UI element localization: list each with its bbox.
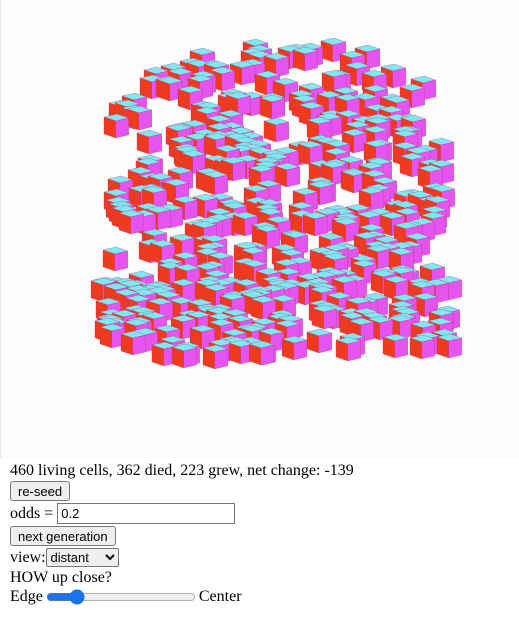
3d-life-viewport [0,0,519,458]
closeness-slider[interactable] [45,589,196,606]
view-select[interactable]: distant [45,548,119,567]
next-generation-button[interactable]: next generation [10,526,116,546]
cell-cube [118,209,145,235]
cell-cluster-render [90,37,463,370]
cell-cube [281,335,308,361]
cell-cube [436,333,463,359]
cell-cube [335,336,362,362]
closeness-question: HOW up close? [10,569,112,586]
cell-cube [102,246,129,272]
slider-left-label: Edge [10,588,43,605]
cell-cube [306,328,333,354]
controls-panel: 460 living cells, 362 died, 223 grew, ne… [10,461,510,606]
slider-right-label: Center [198,588,242,605]
odds-input[interactable] [57,503,236,524]
cell-cube [126,105,153,131]
cell-cube [120,330,147,356]
reseed-button[interactable]: re-seed [10,481,71,501]
cell-cube [171,343,198,369]
cell-cube [202,344,229,370]
cell-cube [202,170,229,196]
status-line: 460 living cells, 362 died, 223 grew, ne… [10,462,354,479]
cell-cube [248,340,275,366]
cell-cube [259,94,286,120]
cell-cube [302,211,329,237]
cell-cube [136,129,163,155]
cell-cube [263,117,290,143]
view-label: view: [10,549,46,566]
cell-cube [103,113,130,139]
cell-cube [311,304,338,330]
cell-cube [292,46,319,72]
cell-cube [409,334,436,360]
cell-cube [382,333,409,359]
odds-label: odds = [10,505,54,522]
